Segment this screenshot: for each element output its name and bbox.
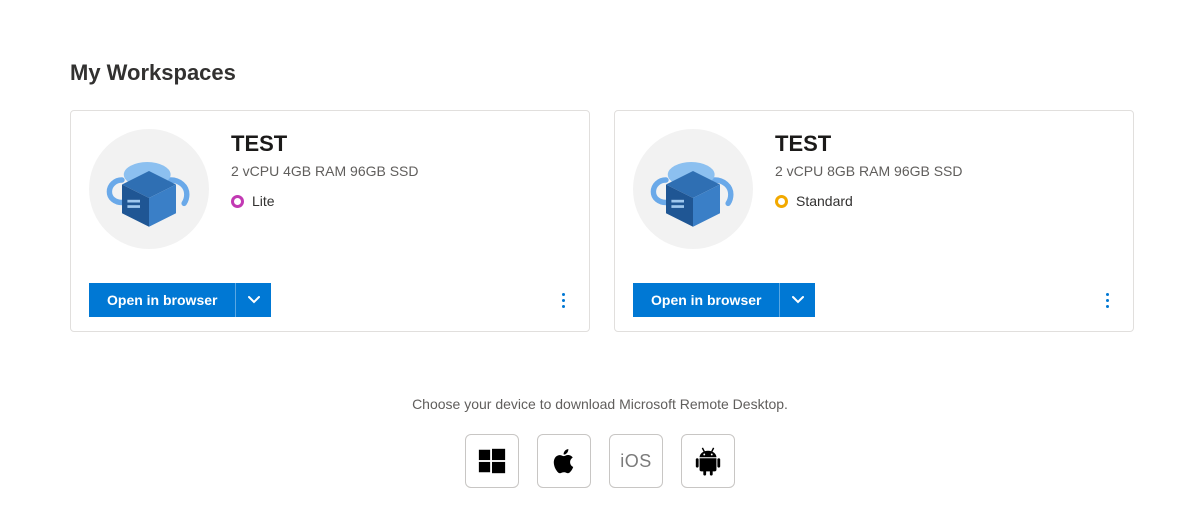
open-in-browser-button[interactable]: Open in browser [89, 283, 235, 317]
platform-row: iOS [70, 434, 1130, 488]
workspace-spec: 2 vCPU 4GB RAM 96GB SSD [231, 163, 571, 179]
tier-label: Standard [796, 193, 853, 209]
open-button-group: Open in browser [633, 283, 815, 317]
windows-icon [477, 446, 507, 476]
workspace-name: TEST [775, 131, 1115, 157]
workspace-card: TEST 2 vCPU 4GB RAM 96GB SSD Lite Open i… [70, 110, 590, 332]
more-actions-button[interactable] [1100, 287, 1115, 314]
download-section: Choose your device to download Microsoft… [70, 396, 1130, 488]
android-icon [693, 446, 723, 476]
chevron-down-icon [248, 294, 260, 306]
workspace-spec: 2 vCPU 8GB RAM 96GB SSD [775, 163, 1115, 179]
open-options-dropdown-button[interactable] [235, 283, 271, 317]
download-ios-button[interactable]: iOS [609, 434, 663, 488]
workspace-name: TEST [231, 131, 571, 157]
workspace-card: TEST 2 vCPU 8GB RAM 96GB SSD Standard Op… [614, 110, 1134, 332]
more-actions-button[interactable] [556, 287, 571, 314]
workspace-tier: Standard [775, 193, 1115, 209]
download-windows-button[interactable] [465, 434, 519, 488]
chevron-down-icon [792, 294, 804, 306]
download-macos-button[interactable] [537, 434, 591, 488]
tier-indicator-icon [231, 195, 244, 208]
open-options-dropdown-button[interactable] [779, 283, 815, 317]
workspace-tier: Lite [231, 193, 571, 209]
open-in-browser-button[interactable]: Open in browser [633, 283, 779, 317]
workspace-icon [89, 129, 209, 249]
tier-label: Lite [252, 193, 275, 209]
download-prompt: Choose your device to download Microsoft… [70, 396, 1130, 412]
tier-indicator-icon [775, 195, 788, 208]
page-title: My Workspaces [70, 60, 1130, 86]
workspace-card-row: TEST 2 vCPU 4GB RAM 96GB SSD Lite Open i… [70, 110, 1130, 332]
download-android-button[interactable] [681, 434, 735, 488]
ios-icon: iOS [620, 451, 652, 472]
open-button-group: Open in browser [89, 283, 271, 317]
apple-icon [549, 446, 579, 476]
workspace-icon [633, 129, 753, 249]
